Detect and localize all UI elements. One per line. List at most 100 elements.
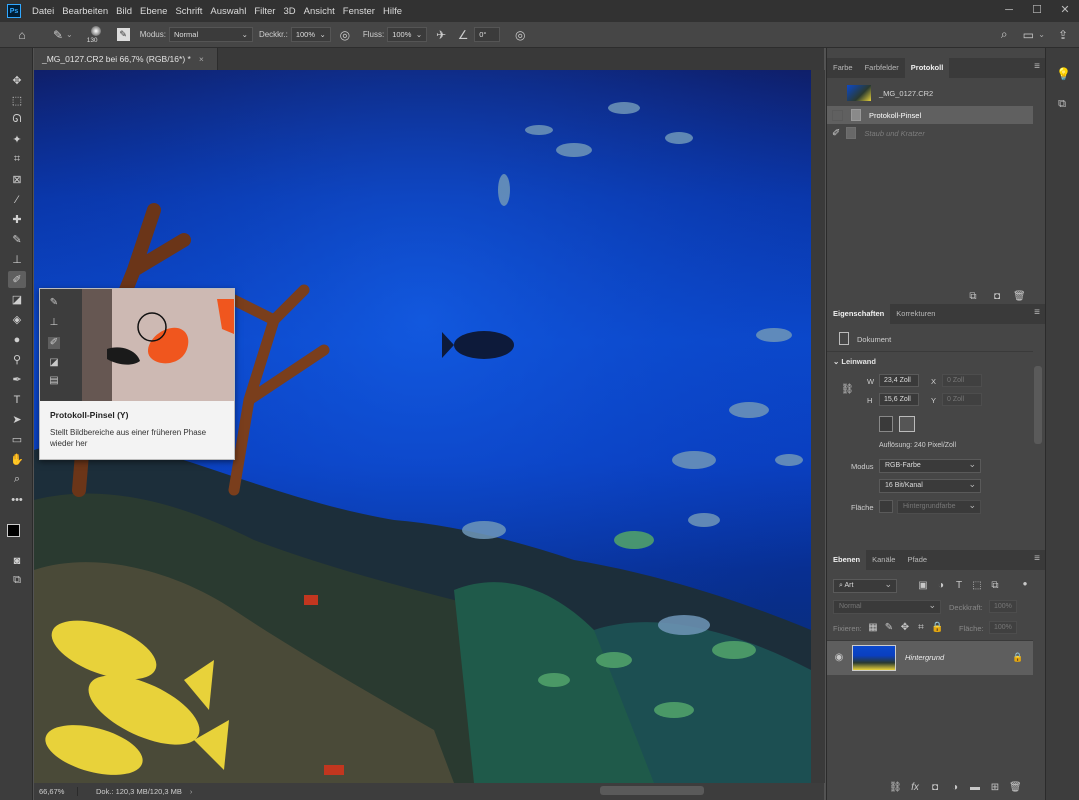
menu-datei[interactable]: Datei <box>28 6 58 17</box>
brush-tool-icon[interactable]: ✎ <box>8 231 26 248</box>
pressure-opacity-icon[interactable]: ◎ <box>337 27 353 43</box>
magic-wand-tool-icon[interactable]: ✦ <box>8 131 26 148</box>
screen-mode-icon[interactable]: ⧉ <box>8 572 26 589</box>
adjustment-layer-icon[interactable]: ◑ <box>949 782 961 794</box>
brush-panel-icon[interactable]: ✎ <box>116 28 130 41</box>
lock-position-icon[interactable]: ✥ <box>899 622 911 634</box>
camera-icon[interactable]: ◘ <box>991 291 1003 303</box>
link-layers-icon[interactable]: ⛓ <box>889 782 902 794</box>
fill-field[interactable]: 100% <box>989 621 1017 634</box>
document-tab[interactable]: _MG_0127.CR2 bei 66,7% (RGB/16*) * × <box>34 48 218 70</box>
filter-pixel-icon[interactable]: ▣ <box>917 580 929 592</box>
close-icon[interactable]: ✕ <box>1059 3 1071 17</box>
landscape-orientation-icon[interactable] <box>899 416 915 432</box>
layer-row[interactable]: ◉ Hintergrund 🔒 <box>827 641 1033 675</box>
history-source-box[interactable] <box>832 109 843 121</box>
width-field[interactable]: 23,4 Zoll <box>879 374 919 387</box>
fluss-field[interactable]: 100% ⌄ <box>387 27 428 42</box>
tab-korrekturen[interactable]: Korrekturen <box>890 304 941 324</box>
x-field[interactable]: 0 Zoll <box>942 374 982 387</box>
lasso-tool-icon[interactable]: ᘏ <box>8 111 26 128</box>
dodge-tool-icon[interactable]: ⚲ <box>8 351 26 368</box>
history-brush-tool-icon[interactable]: ✐ <box>8 271 26 288</box>
portrait-orientation-icon[interactable] <box>879 416 893 432</box>
menu-schrift[interactable]: Schrift <box>171 6 206 17</box>
marquee-tool-icon[interactable]: ⬚ <box>8 92 26 109</box>
blur-tool-icon[interactable]: ● <box>8 331 26 348</box>
color-swatches[interactable] <box>7 520 27 542</box>
properties-scrollbar[interactable] <box>1034 366 1042 444</box>
tab-ebenen[interactable]: Ebenen <box>827 550 867 570</box>
filter-shape-icon[interactable]: ⬚ <box>971 580 983 592</box>
fill-select[interactable]: Hintergrundfarbe <box>897 499 981 514</box>
zoom-tool-icon[interactable]: ⌕ <box>8 471 26 488</box>
rectangle-tool-icon[interactable]: ▭ <box>8 431 26 448</box>
eyedropper-tool-icon[interactable]: ⁄ <box>8 191 26 208</box>
workspace-chevron-icon[interactable]: ⌄ <box>1038 30 1045 39</box>
menu-fenster[interactable]: Fenster <box>339 6 379 17</box>
status-menu-chevron-icon[interactable]: › <box>190 787 193 796</box>
minimize-icon[interactable]: ─ <box>1003 3 1015 17</box>
airbrush-icon[interactable]: ✈ <box>433 27 449 43</box>
opacity-field[interactable]: 100% <box>989 600 1017 613</box>
menu-hilfe[interactable]: Hilfe <box>379 6 406 17</box>
angle-field[interactable]: 0° <box>474 27 501 42</box>
crop-tool-icon[interactable]: ⌗ <box>8 151 26 168</box>
share-icon[interactable]: ⇪ <box>1055 27 1071 43</box>
filter-smart-object-icon[interactable]: ⧉ <box>989 580 1001 592</box>
fx-icon[interactable]: fx <box>909 782 921 794</box>
add-mask-icon[interactable]: ◘ <box>929 782 941 794</box>
hand-tool-icon[interactable]: ✋ <box>8 451 26 468</box>
quick-mask-icon[interactable]: ◙ <box>8 552 26 569</box>
deckkraft-field[interactable]: 100% ⌄ <box>290 27 331 42</box>
layer-filter-select[interactable]: ⌕ Art <box>833 578 897 593</box>
fill-color-swatch[interactable] <box>879 500 893 513</box>
menu-ansicht[interactable]: Ansicht <box>300 6 339 17</box>
layer-name[interactable]: Hintergrund <box>905 653 944 662</box>
new-document-from-state-icon[interactable]: ⧉ <box>967 291 979 303</box>
menu-bearbeiten[interactable]: Bearbeiten <box>58 6 112 17</box>
link-icon[interactable]: ⛓ <box>841 384 854 396</box>
panel-menu-icon[interactable]: ≡ <box>1034 308 1040 318</box>
history-snapshot[interactable]: _MG_0127.CR2 <box>827 82 1033 104</box>
workspace-icon[interactable]: ▭ <box>1020 27 1036 43</box>
frame-tool-icon[interactable]: ⊠ <box>8 171 26 188</box>
lock-image-icon[interactable]: ✎ <box>883 622 895 634</box>
new-group-icon[interactable]: ▬ <box>969 782 981 794</box>
foreground-color[interactable] <box>7 524 20 537</box>
path-selection-tool-icon[interactable]: ➤ <box>8 411 26 428</box>
menu-bild[interactable]: Bild <box>112 6 136 17</box>
learn-icon[interactable]: 💡 <box>1056 68 1071 80</box>
menu-filter[interactable]: Filter <box>250 6 279 17</box>
tab-pfade[interactable]: Pfade <box>901 550 933 570</box>
eraser-tool-icon[interactable]: ◪ <box>8 291 26 308</box>
history-state-selected[interactable]: Protokoll-Pinsel <box>827 106 1033 124</box>
horizontal-scrollbar-thumb[interactable] <box>600 786 704 795</box>
libraries-icon[interactable]: ⧉ <box>1056 98 1068 110</box>
lock-artboard-icon[interactable]: ⌗ <box>915 622 927 634</box>
trash-icon[interactable]: 🗑 <box>1009 782 1022 794</box>
new-layer-icon[interactable]: ⊞ <box>989 782 1001 794</box>
color-mode-select[interactable]: RGB-Farbe <box>879 458 981 473</box>
search-icon[interactable]: ⌕ <box>996 27 1012 43</box>
maximize-icon[interactable]: ☐ <box>1031 3 1043 17</box>
brush-preset-picker[interactable]: 130 <box>85 24 107 46</box>
eye-icon[interactable]: ◉ <box>833 652 845 664</box>
tab-farbfelder[interactable]: Farbfelder <box>859 58 905 78</box>
stamp-tool-icon[interactable]: ⊥ <box>8 251 26 268</box>
menu-auswahl[interactable]: Auswahl <box>206 6 250 17</box>
height-field[interactable]: 15,6 Zoll <box>879 393 919 406</box>
filter-type-icon[interactable]: T <box>953 580 965 592</box>
bit-depth-select[interactable]: 16 Bit/Kanal <box>879 478 981 493</box>
pressure-size-icon[interactable]: ◎ <box>512 27 528 43</box>
move-tool-icon[interactable]: ✥ <box>8 72 26 89</box>
tab-kanaele[interactable]: Kanäle <box>866 550 901 570</box>
filter-toggle-icon[interactable]: ● <box>1019 578 1031 590</box>
menu-ebene[interactable]: Ebene <box>136 6 171 17</box>
tab-eigenschaften[interactable]: Eigenschaften <box>827 304 891 324</box>
modus-select[interactable]: Normal ⌄ <box>168 27 253 42</box>
menu-3d[interactable]: 3D <box>279 6 299 17</box>
history-brush-source-icon[interactable]: ✐ <box>832 128 840 139</box>
trash-icon[interactable]: 🗑 <box>1013 291 1026 303</box>
more-tools-icon[interactable]: ••• <box>8 491 26 508</box>
